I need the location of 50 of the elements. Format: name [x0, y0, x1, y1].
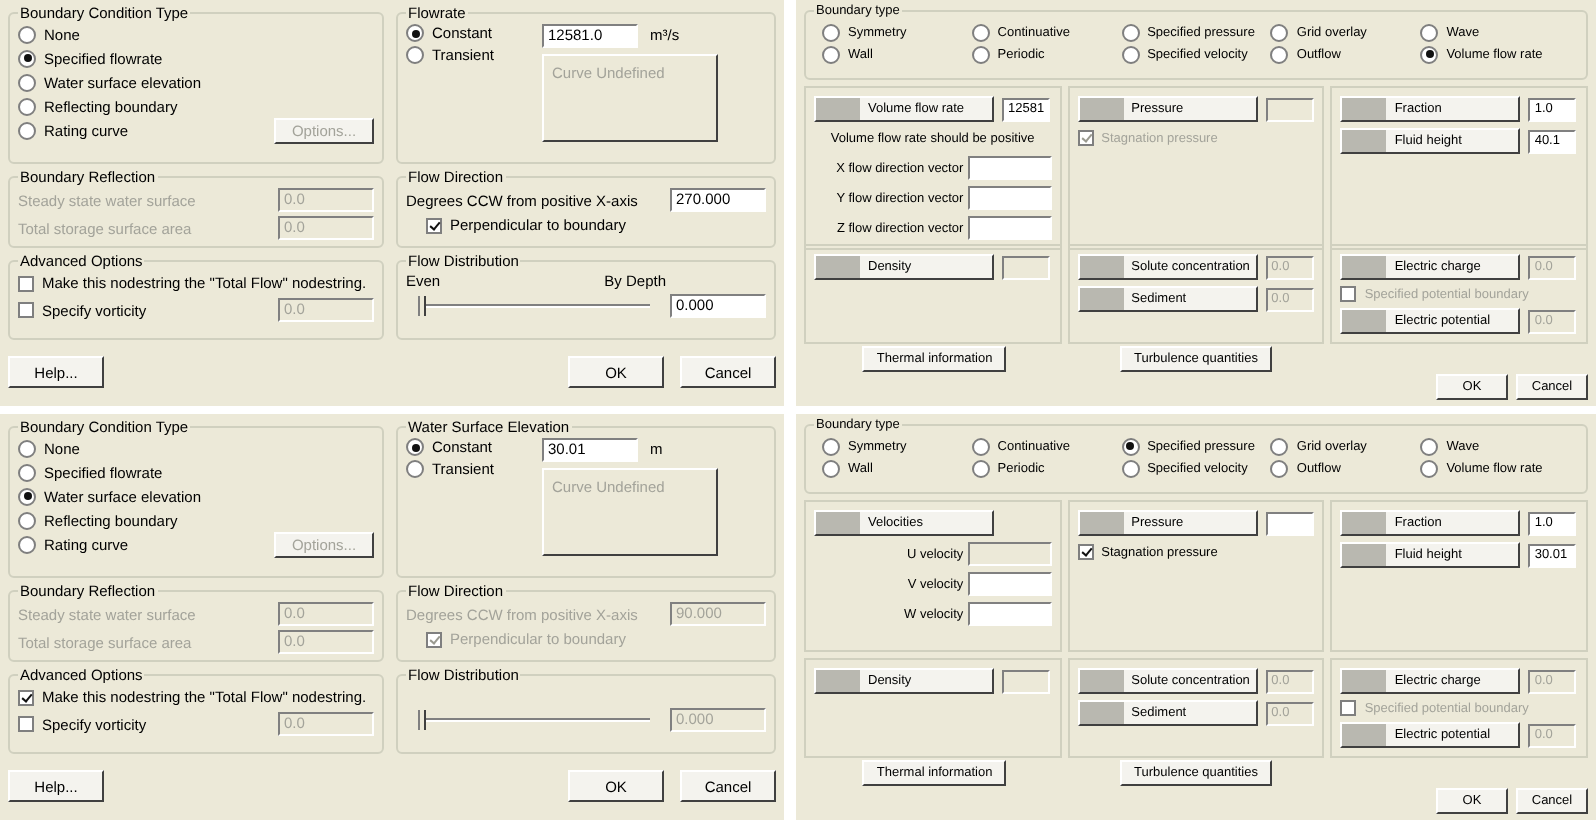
- radio-button[interactable]: [1420, 459, 1439, 477]
- radio-button[interactable]: [18, 535, 36, 553]
- radio-button[interactable]: [18, 439, 36, 457]
- checkbox[interactable]: [1077, 544, 1094, 560]
- radio-button[interactable]: [1121, 23, 1140, 41]
- radio-button[interactable]: [18, 25, 36, 43]
- checkbox[interactable]: [18, 302, 34, 318]
- radio-button[interactable]: [822, 437, 840, 455]
- checkbox[interactable]: [426, 217, 442, 233]
- radio-button[interactable]: [971, 459, 990, 477]
- radio-button[interactable]: [18, 487, 36, 505]
- radio-button[interactable]: [18, 121, 36, 139]
- checkbox[interactable]: [18, 275, 34, 291]
- vector-field[interactable]: [967, 186, 1052, 210]
- radio-button[interactable]: [1420, 45, 1439, 63]
- radio-button[interactable]: [406, 438, 424, 456]
- radio-button[interactable]: [1270, 437, 1289, 455]
- distribution-slider[interactable]: [418, 708, 650, 732]
- checkbox[interactable]: [18, 716, 34, 732]
- radio-button[interactable]: [1270, 45, 1289, 63]
- radio-button[interactable]: [822, 459, 840, 477]
- radio-button[interactable]: [971, 45, 990, 63]
- value-field[interactable]: [1265, 511, 1314, 535]
- radio-button[interactable]: [18, 511, 36, 529]
- radio-button[interactable]: [1270, 23, 1289, 41]
- radio-button[interactable]: [1121, 45, 1140, 63]
- value-field[interactable]: [1002, 669, 1050, 693]
- radio-button[interactable]: [822, 23, 840, 41]
- value-field[interactable]: [1002, 255, 1050, 279]
- distribution-slider[interactable]: [418, 294, 650, 318]
- vector-field[interactable]: [967, 216, 1052, 240]
- vector-field[interactable]: [967, 572, 1052, 596]
- radio-button[interactable]: [1121, 437, 1140, 455]
- radio-button[interactable]: [18, 463, 36, 481]
- vector-field[interactable]: [967, 156, 1052, 180]
- radio-button[interactable]: [18, 73, 36, 91]
- radio-button[interactable]: [18, 97, 36, 115]
- radio-button[interactable]: [1420, 437, 1439, 455]
- radio-button[interactable]: [822, 45, 840, 63]
- radio-button[interactable]: [1121, 459, 1140, 477]
- radio-button[interactable]: [971, 23, 990, 41]
- radio-button[interactable]: [406, 46, 424, 64]
- radio-button[interactable]: [1270, 459, 1289, 477]
- radio-button[interactable]: [406, 24, 424, 42]
- radio-button[interactable]: [971, 437, 990, 455]
- radio-button[interactable]: [18, 49, 36, 67]
- radio-button[interactable]: [1420, 23, 1439, 41]
- checkbox[interactable]: [18, 689, 34, 705]
- vector-field[interactable]: [967, 602, 1052, 626]
- radio-button[interactable]: [406, 460, 424, 478]
